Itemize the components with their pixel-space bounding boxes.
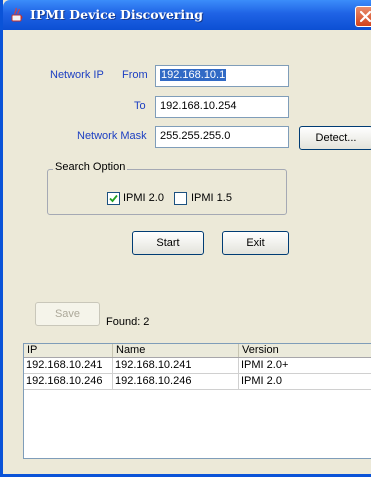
close-icon <box>359 10 371 23</box>
window-title: IPMI Device Discovering <box>30 7 203 22</box>
start-button[interactable]: Start <box>132 231 204 255</box>
to-label: To <box>134 100 146 112</box>
table-row[interactable]: 192.168.10.241 192.168.10.241 IPMI 2.0+ <box>24 358 371 374</box>
cell-ip: 192.168.10.241 <box>24 358 113 373</box>
cell-version: IPMI 2.0+ <box>241 359 289 371</box>
column-header-name[interactable]: Name <box>113 344 239 357</box>
cell-version: IPMI 2.0 <box>241 375 282 387</box>
network-mask-label: Network Mask <box>77 130 147 142</box>
exit-button[interactable]: Exit <box>222 231 289 255</box>
cell-name: 192.168.10.246 <box>113 374 239 389</box>
column-header-ip[interactable]: IP <box>24 344 113 357</box>
from-ip-input[interactable]: 192.168.10.1 <box>155 65 289 87</box>
column-header-version[interactable]: Version <box>239 344 371 357</box>
table-row[interactable]: 192.168.10.246 192.168.10.246 IPMI 2.0 <box>24 374 371 390</box>
search-option-title: Search Option <box>53 161 128 173</box>
ipmi15-label: IPMI 1.5 <box>191 192 232 204</box>
ipmi15-checkbox[interactable] <box>174 192 187 205</box>
to-ip-input[interactable]: 192.168.10.254 <box>155 96 289 118</box>
results-table: IP Name Version 192.168.10.241 192.168.1… <box>23 343 371 459</box>
java-cup-icon <box>11 7 23 22</box>
from-label: From <box>122 69 148 81</box>
detect-button[interactable]: Detect... <box>299 126 371 150</box>
title-bar[interactable]: IPMI Device Discovering <box>3 0 371 30</box>
from-ip-value: 192.168.10.1 <box>160 69 227 81</box>
network-mask-value: 255.255.255.0 <box>160 130 231 142</box>
network-ip-label: Network IP <box>50 69 104 81</box>
network-mask-input[interactable]: 255.255.255.0 <box>155 126 289 148</box>
cell-name: 192.168.10.241 <box>113 358 239 373</box>
table-header: IP Name Version <box>24 344 371 358</box>
close-button[interactable] <box>355 6 371 27</box>
cell-ip: 192.168.10.246 <box>24 374 113 389</box>
to-ip-value: 192.168.10.254 <box>160 100 237 112</box>
search-option-group <box>47 169 287 215</box>
ipmi-discovery-window: IPMI Device Discovering Network IP From … <box>0 0 371 477</box>
ipmi20-label: IPMI 2.0 <box>123 192 164 204</box>
checkmark-icon <box>109 194 118 203</box>
ipmi20-checkbox[interactable] <box>107 192 120 205</box>
save-button[interactable]: Save <box>35 302 100 326</box>
found-count: Found: 2 <box>106 316 150 328</box>
